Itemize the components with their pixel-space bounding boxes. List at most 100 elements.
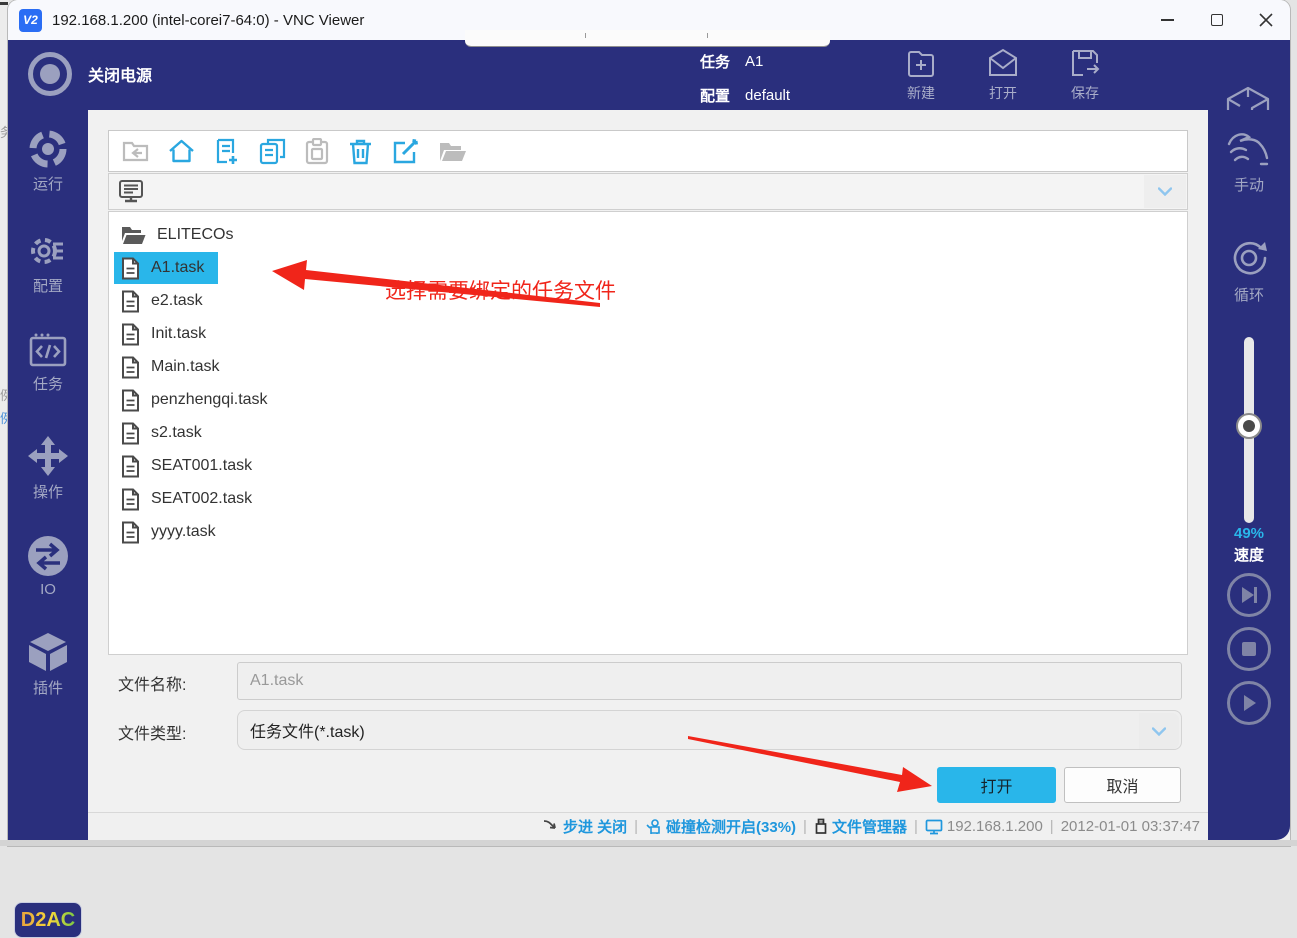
d2ac-label: D2AC [21, 909, 75, 932]
file-name: ELITECOs [157, 226, 233, 244]
home-icon [168, 138, 195, 164]
vnc-logo-icon: V2 [19, 9, 42, 32]
monitor-icon [925, 819, 943, 835]
task-file-icon [121, 422, 140, 445]
open-folder-button[interactable] [438, 139, 467, 163]
sidebar-item-io[interactable]: IO [8, 534, 88, 598]
task-value: A1 [745, 53, 763, 70]
home-button[interactable] [168, 138, 195, 164]
task-file-icon [121, 323, 140, 346]
sidebar-item-label: 循环 [1234, 284, 1264, 305]
d2ac-badge[interactable]: D2AC [14, 902, 82, 938]
separator: | [914, 818, 918, 835]
stop-button[interactable] [1227, 627, 1271, 671]
file-row[interactable]: e2.task [114, 285, 217, 317]
folder-up-button[interactable] [122, 139, 149, 163]
file-row[interactable]: s2.task [114, 417, 216, 449]
open-task-button[interactable]: 打开 [974, 45, 1032, 103]
file-name: s2.task [151, 424, 202, 442]
file-row[interactable]: SEAT001.task [114, 450, 266, 482]
maximize-icon [1211, 14, 1223, 26]
file-row[interactable]: SEAT002.task [114, 483, 266, 515]
path-bar[interactable] [108, 173, 1188, 210]
step-mode-text: 步进 关闭 [563, 816, 627, 837]
sidebar-item-label: 操作 [33, 481, 63, 502]
task-config-info: 任务 A1 配置 default [700, 48, 790, 109]
step-next-button[interactable] [1227, 573, 1271, 617]
step-mode-status[interactable]: 步进 关闭 [543, 816, 627, 837]
collision-status[interactable]: 碰撞检测开启(33%) [645, 816, 796, 837]
copy-icon [259, 138, 286, 165]
chevron-down-icon [1152, 727, 1166, 736]
delete-button[interactable] [348, 138, 373, 165]
ip-text: 192.168.1.200 [947, 818, 1043, 835]
vnc-toolbar-notch[interactable] [465, 30, 830, 47]
separator: | [1050, 818, 1054, 835]
new-folder-icon [903, 45, 939, 81]
file-row[interactable]: Init.task [114, 318, 220, 350]
filetype-dropdown-button[interactable] [1139, 713, 1179, 749]
close-button[interactable] [1241, 0, 1290, 40]
file-row[interactable]: penzhengqi.task [114, 384, 282, 416]
header-actions: 新建 打开 保存 [892, 45, 1114, 103]
task-file-icon [121, 356, 140, 379]
file-name: penzhengqi.task [151, 391, 268, 409]
sidebar-item-operate[interactable]: 操作 [8, 434, 88, 502]
new-task-button[interactable]: 新建 [892, 45, 950, 103]
paste-button[interactable] [305, 138, 329, 165]
config-value: default [745, 87, 790, 104]
new-file-button[interactable] [214, 138, 240, 165]
new-task-label: 新建 [907, 83, 935, 103]
filename-input[interactable] [237, 662, 1182, 700]
skip-next-icon [1238, 584, 1260, 606]
sidebar-item-label: IO [40, 581, 56, 598]
path-dropdown-button[interactable] [1144, 175, 1186, 208]
file-row[interactable]: ELITECOs [114, 219, 247, 251]
cancel-button[interactable]: 取消 [1064, 767, 1181, 803]
filetype-label: 文件类型: [118, 720, 186, 744]
speed-slider-handle[interactable] [1236, 413, 1262, 439]
sidebar-item-loop[interactable]: 循环 [1208, 236, 1290, 305]
file-manager-text: 文件管理器 [832, 816, 907, 837]
sidebar-item-config[interactable]: 配置 [8, 230, 88, 296]
file-row[interactable]: Main.task [114, 351, 233, 383]
folder-icon [121, 225, 146, 246]
file-row[interactable]: yyyy.task [114, 516, 230, 548]
maximize-button[interactable] [1192, 0, 1241, 40]
step-arrow-icon [543, 819, 559, 834]
trash-icon [348, 138, 373, 165]
file-manager-status[interactable]: 文件管理器 [814, 816, 907, 837]
collision-robot-icon [645, 818, 662, 835]
file-name: A1.task [151, 259, 204, 277]
file-row[interactable]: A1.task [114, 252, 218, 284]
status-bar: 步进 关闭 | 碰撞检测开启(33%) | 文件管理器 | 192.168.1.… [88, 812, 1208, 840]
rename-button[interactable] [392, 138, 419, 165]
file-name: yyyy.task [151, 523, 216, 541]
copy-button[interactable] [259, 138, 286, 165]
open-task-label: 打开 [989, 83, 1017, 103]
file-name: Main.task [151, 358, 219, 376]
minimize-button[interactable] [1143, 0, 1192, 40]
separator: | [803, 818, 807, 835]
open-button[interactable]: 打开 [937, 767, 1056, 803]
vnc-viewer-window: V2 192.168.1.200 (intel-corei7-64:0) - V… [8, 0, 1290, 846]
datetime-text: 2012-01-01 03:37:47 [1061, 818, 1200, 835]
power-button[interactable]: 关闭电源 [28, 52, 152, 96]
sidebar-item-run[interactable]: 运行 [8, 128, 88, 194]
file-list: ELITECOs A1.task e2.task Init.task [108, 211, 1188, 655]
task-file-icon [121, 455, 140, 478]
sidebar-item-task[interactable]: 任务 [8, 332, 88, 394]
left-sidebar: 运行 配置 任务 操作 [8, 110, 88, 846]
ip-status: 192.168.1.200 [925, 818, 1043, 835]
sidebar-item-plugin[interactable]: 插件 [8, 630, 88, 698]
move-arrows-icon [26, 434, 70, 478]
save-task-button[interactable]: 保存 [1056, 45, 1114, 103]
play-button[interactable] [1227, 681, 1271, 725]
stop-icon [1241, 641, 1257, 657]
config-label: 配置 [700, 85, 730, 106]
sidebar-item-manual[interactable]: 手动 [1208, 130, 1290, 195]
file-toolbar [108, 130, 1188, 172]
play-icon [1239, 693, 1259, 713]
filename-label: 文件名称: [118, 671, 186, 695]
filetype-select[interactable]: 任务文件(*.task) [237, 710, 1182, 750]
